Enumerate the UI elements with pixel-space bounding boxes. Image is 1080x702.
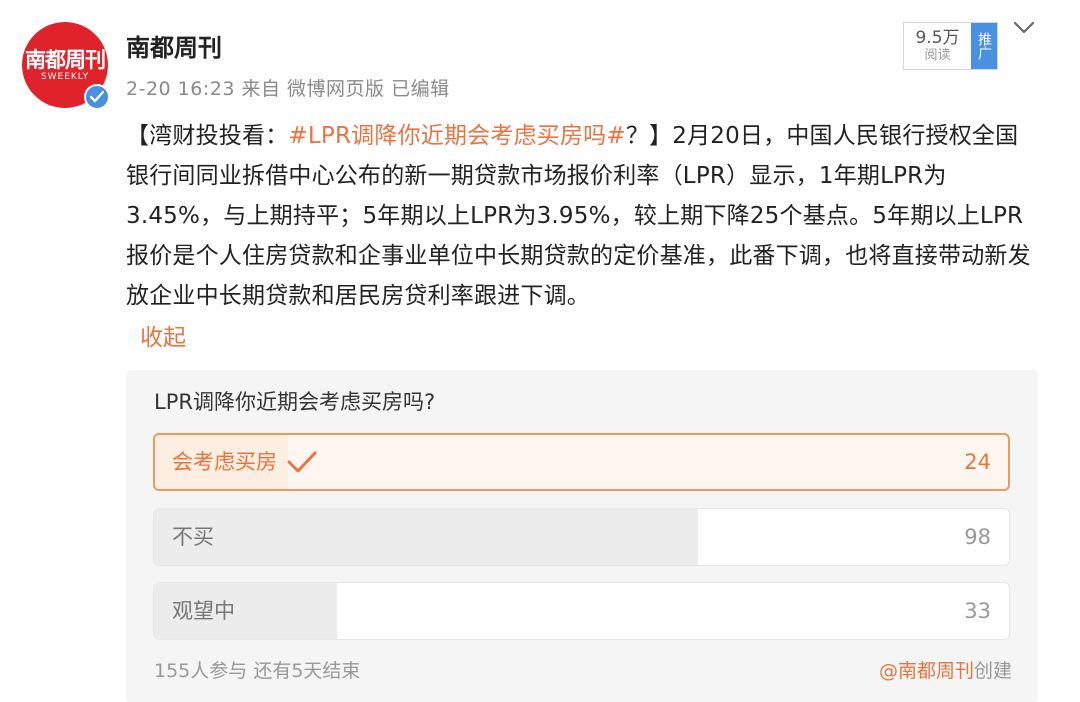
- poll-option-1[interactable]: 会考虑买房 24: [153, 433, 1010, 491]
- promote-button[interactable]: 推广: [971, 23, 997, 69]
- poll-creator: @南都周刊创建: [879, 656, 1012, 683]
- post-text: 2月20日，中国人民银行授权全国银行间同业拆借中心公布的新一期贷款市场报价利率（…: [126, 123, 1031, 309]
- post-source: 来自 微博网页版: [241, 78, 385, 100]
- verified-badge-icon: [84, 84, 110, 110]
- read-count-label: 阅读: [924, 48, 951, 63]
- poll-option-text: 不买: [172, 525, 214, 549]
- post-meta: 2-20 16:23 来自 微博网页版 已编辑: [126, 74, 450, 101]
- poll-option-3[interactable]: 观望中 33: [153, 582, 1010, 640]
- post-topic-suffix: ？】: [625, 123, 673, 149]
- poll-option-2[interactable]: 不买 98: [153, 508, 1010, 566]
- topic-link[interactable]: #LPR调降你近期会考虑买房吗#: [288, 123, 625, 149]
- author-name[interactable]: 南都周刊: [126, 28, 222, 63]
- poll-option-count: 33: [964, 599, 991, 623]
- post-body: 【湾财投投看：#LPR调降你近期会考虑买房吗#？】2月20日，中国人民银行授权全…: [126, 116, 1041, 316]
- chevron-down-icon[interactable]: [1012, 18, 1036, 38]
- poll-option-count: 24: [964, 450, 991, 474]
- read-count: 9.5万: [915, 28, 960, 48]
- poll-footer: 155人参与 还有5天结束: [154, 656, 360, 683]
- poll-card: LPR调降你近期会考虑买房吗? 会考虑买房 24 不买 98 观望中 33 15…: [126, 370, 1038, 702]
- poll-participants: 155人参与: [154, 660, 248, 682]
- post-timestamp[interactable]: 2-20 16:23: [126, 78, 235, 100]
- post-edited-label[interactable]: 已编辑: [391, 78, 450, 100]
- poll-remaining: 还有5天结束: [253, 660, 361, 682]
- creator-suffix: 创建: [973, 660, 1012, 682]
- poll-option-label: 会考虑买房: [172, 435, 317, 489]
- avatar-logo-text: 南都周刊: [25, 48, 106, 72]
- creator-link[interactable]: @南都周刊: [879, 660, 974, 682]
- collapse-link[interactable]: 收起: [140, 318, 186, 352]
- poll-option-label: 不买: [172, 509, 214, 565]
- poll-option-text: 会考虑买房: [172, 450, 277, 474]
- poll-question: LPR调降你近期会考虑买房吗?: [154, 390, 436, 414]
- read-count-box: 9.5万 阅读: [904, 23, 971, 69]
- avatar-logo-subtext: SWEEKLY: [40, 72, 90, 82]
- poll-option-count: 98: [964, 525, 991, 549]
- poll-option-fill: [154, 509, 698, 565]
- poll-option-text: 观望中: [172, 599, 235, 623]
- read-count-widget[interactable]: 9.5万 阅读 推广: [903, 22, 998, 70]
- post-prefix: 【湾财投投看：: [126, 123, 289, 149]
- checkmark-icon: [287, 451, 317, 473]
- poll-option-label: 观望中: [172, 583, 235, 639]
